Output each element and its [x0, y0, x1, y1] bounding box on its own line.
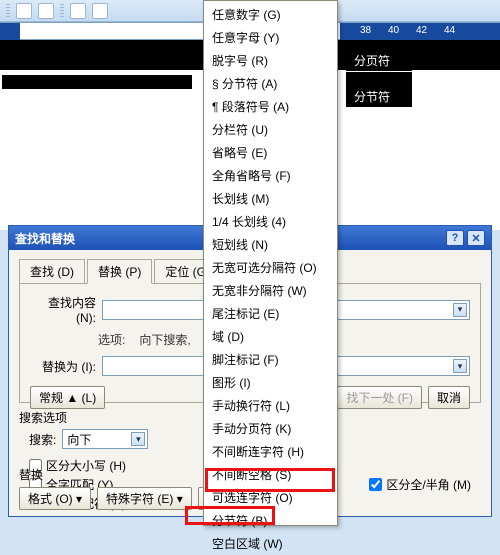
menu-item[interactable]: 任意数字 (G)	[204, 3, 337, 26]
hint-direction: 向下搜索,	[139, 331, 190, 348]
tool-icon[interactable]	[92, 3, 108, 19]
chevron-down-icon[interactable]: ▾	[453, 303, 467, 317]
menu-item[interactable]: 脱字号 (R)	[204, 49, 337, 72]
find-next-button[interactable]: 找下一处 (F)	[337, 386, 422, 409]
menu-item[interactable]: 无宽可选分隔符 (O)	[204, 256, 337, 279]
menu-item[interactable]: 分栏符 (U)	[204, 118, 337, 141]
special-chars-button[interactable]: 特殊字符 (E) ▾	[97, 487, 192, 510]
menu-item[interactable]: 脚注标记 (F)	[204, 348, 337, 371]
menu-item[interactable]: 图形 (I)	[204, 371, 337, 394]
section-break-chip: 分节符	[346, 86, 412, 107]
highlight-section-break	[205, 468, 335, 492]
ruler-label: 44	[444, 25, 455, 36]
selection-bar	[346, 72, 412, 86]
menu-item[interactable]: 任意字母 (Y)	[204, 26, 337, 49]
search-direction-combo[interactable]: 向下 ▾	[62, 429, 148, 449]
ruler-label: 40	[388, 25, 399, 36]
format-button[interactable]: 格式 (O) ▾	[19, 487, 91, 510]
ruler-label: 42	[416, 25, 427, 36]
tool-icon[interactable]	[70, 3, 86, 19]
close-icon[interactable]: ✕	[467, 230, 485, 246]
menu-item[interactable]: § 分节符 (A)	[204, 72, 337, 95]
menu-item[interactable]: 1/4 长划线 (4)	[204, 210, 337, 233]
chip-label: 分页符	[354, 52, 390, 69]
help-icon[interactable]: ?	[446, 230, 464, 246]
menu-item[interactable]: 省略号 (E)	[204, 141, 337, 164]
ruler-margin-left	[0, 23, 20, 41]
hint-label: 选项:	[98, 331, 125, 348]
dialog-title: 查找和替换	[15, 230, 75, 247]
ribbon-grip	[6, 4, 10, 18]
chevron-down-icon[interactable]: ▾	[453, 359, 467, 373]
window-buttons: ? ✕	[446, 230, 485, 246]
search-direction-label: 搜索:	[29, 431, 56, 448]
menu-item[interactable]: 短划线 (N)	[204, 233, 337, 256]
menu-item[interactable]: 手动分页符 (K)	[204, 417, 337, 440]
replace-label: 替换为 (I):	[30, 358, 96, 375]
page-break-chip: 分页符	[346, 50, 412, 71]
menu-item[interactable]: 空白区域 (W)	[204, 532, 337, 555]
cancel-button[interactable]: 取消	[428, 386, 470, 409]
tool-icon[interactable]	[38, 3, 54, 19]
ribbon-grip	[60, 4, 64, 18]
less-button[interactable]: 常规 ▲ (L)	[30, 386, 105, 409]
find-label: 查找内容 (N):	[30, 294, 96, 325]
selection-bar	[2, 75, 192, 89]
chip-label: 分节符	[354, 88, 390, 105]
menu-item[interactable]: 无宽非分隔符 (W)	[204, 279, 337, 302]
ruler-label: 38	[360, 25, 371, 36]
menu-item[interactable]: 全角省略号 (F)	[204, 164, 337, 187]
special-chars-menu: 任意数字 (G) 任意字母 (Y) 脱字号 (R) § 分节符 (A) ¶ 段落…	[203, 0, 338, 526]
menu-item[interactable]: 手动换行符 (L)	[204, 394, 337, 417]
menu-item[interactable]: 不间断连字符 (H)	[204, 440, 337, 463]
highlight-special-button	[185, 506, 275, 525]
tab-find[interactable]: 查找 (D)	[19, 259, 85, 284]
chevron-down-icon[interactable]: ▾	[131, 432, 145, 446]
menu-item[interactable]: 尾注标记 (E)	[204, 302, 337, 325]
tab-replace[interactable]: 替换 (P)	[87, 259, 152, 284]
tool-icon[interactable]	[16, 3, 32, 19]
menu-item[interactable]: 域 (D)	[204, 325, 337, 348]
menu-item[interactable]: 长划线 (M)	[204, 187, 337, 210]
menu-item[interactable]: ¶ 段落符号 (A)	[204, 95, 337, 118]
combo-value: 向下	[67, 431, 91, 448]
